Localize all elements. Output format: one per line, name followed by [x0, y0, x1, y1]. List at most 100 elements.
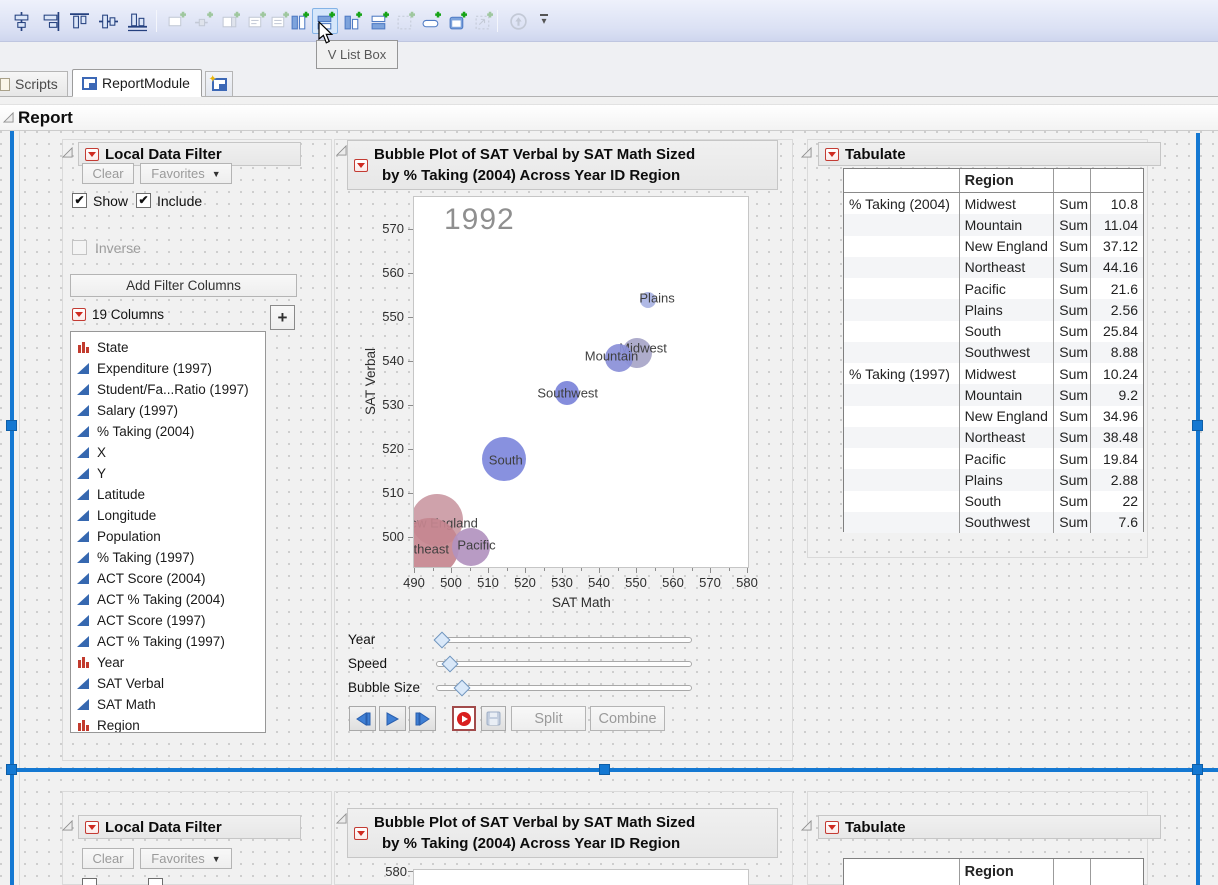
tabulate-value-cell: 7.6 [1090, 512, 1143, 533]
toolbar-overflow-button[interactable]: ▾ [537, 14, 551, 30]
play-button[interactable] [379, 706, 406, 731]
add-column-plus-button[interactable]: + [270, 305, 295, 330]
resize-handle-left[interactable] [6, 420, 17, 431]
filter-column-label: Population [97, 529, 161, 544]
tabulate-panel-title-bar: Tabulate [818, 142, 1161, 166]
toolbar-add-lineup-box-button[interactable] [418, 8, 444, 34]
record-button[interactable] [452, 706, 476, 731]
tabulate-stat-cell: Sum [1053, 469, 1090, 490]
bubble-size-slider-label: Bubble Size [348, 680, 420, 695]
x-tick [599, 568, 600, 573]
filter-column-list[interactable]: State Expenditure (1997)Student/Fa...Rati… [70, 331, 266, 733]
filter2-panel-title-bar: Local Data Filter [78, 815, 301, 839]
toolbar-align-top-button[interactable] [66, 8, 92, 34]
filter2-red-menu-icon[interactable] [85, 821, 99, 834]
filter-column-item[interactable]: Longitude [77, 505, 156, 525]
toolbar-add-border-box-button[interactable] [366, 8, 392, 34]
tabulate-disclosure-icon[interactable] [801, 147, 812, 158]
tabulate2-region-header: Region [959, 859, 1054, 885]
resize-handle-bottom-mid[interactable] [599, 764, 610, 775]
filter-column-item[interactable]: Expenditure (1997) [77, 358, 212, 378]
resize-handle-bottom-left[interactable] [6, 764, 17, 775]
filter-column-label: % Taking (2004) [97, 424, 194, 439]
filter2-disclosure-icon[interactable] [62, 820, 73, 831]
filter-column-item[interactable]: Y [77, 463, 106, 483]
inverse-checkbox [72, 240, 87, 255]
nominal-icon [77, 719, 90, 732]
filter-column-item[interactable]: Student/Fa...Ratio (1997) [77, 379, 249, 399]
tabulate-stat-cell: Sum [1053, 406, 1090, 427]
add-filter-columns-button[interactable]: Add Filter Columns [70, 274, 297, 297]
step-back-icon [355, 712, 371, 726]
filter-disclosure-icon[interactable] [62, 147, 73, 158]
favorites2-button: Favorites ▼ [140, 848, 232, 869]
bubble2-panel-title: Bubble Plot of SAT Verbal by SAT Math Si… [374, 812, 695, 854]
speed-slider-track[interactable] [436, 661, 692, 667]
continuous-icon [77, 362, 90, 375]
continuous-icon [77, 404, 90, 417]
filter-column-item[interactable]: Year [77, 652, 124, 672]
toolbar-add-tab-box-button[interactable] [444, 8, 470, 34]
show2-checkbox[interactable] [82, 878, 97, 885]
filter-column-item[interactable]: ACT % Taking (1997) [77, 631, 225, 651]
toolbar-align-bottom-button[interactable] [124, 8, 150, 34]
bubble-label: Mountain [585, 348, 638, 363]
step-forward-icon [415, 712, 431, 726]
filter-column-item[interactable]: SAT Math [77, 694, 156, 714]
filter-red-menu-icon[interactable] [85, 148, 99, 161]
speed-slider-label: Speed [348, 656, 387, 671]
report-disclosure-icon[interactable] [3, 112, 14, 123]
tabulate-value-cell: 11.04 [1090, 214, 1143, 235]
filter-column-item[interactable]: Salary (1997) [77, 400, 178, 420]
toolbar-align-center-vertical-button[interactable] [8, 8, 34, 34]
include-checkbox[interactable]: ✔ [136, 193, 151, 208]
filter-column-item[interactable]: State [77, 337, 129, 357]
y-tick [408, 405, 413, 406]
year-slider-track[interactable] [436, 637, 692, 643]
filter-column-label: State [97, 340, 129, 355]
filter-column-item[interactable]: ACT % Taking (2004) [77, 589, 225, 609]
include2-checkbox[interactable] [148, 878, 163, 885]
filter-column-item[interactable]: Region [77, 715, 140, 733]
bubble-red-menu-icon[interactable] [354, 159, 368, 172]
report-outline-bar: Report [0, 104, 1218, 131]
bubble2-red-menu-icon[interactable] [354, 827, 368, 840]
tabulate-row: SouthSum22 [844, 491, 1143, 512]
tabulate-stat-cell: Sum [1053, 342, 1090, 363]
tabulate2-disclosure-icon[interactable] [801, 820, 812, 831]
step-back-button[interactable] [349, 706, 376, 731]
resize-handle-bottom-right[interactable] [1192, 764, 1203, 775]
toolbar-add-h-list-box-button[interactable] [286, 8, 312, 34]
x-tick [747, 568, 748, 573]
filter-column-item[interactable]: ACT Score (1997) [77, 610, 206, 630]
tabulate2-value-header [1090, 859, 1143, 885]
bubble2-disclosure-icon[interactable] [336, 813, 347, 824]
y-tick-label: 510 [378, 485, 404, 500]
tabulate-stat-cell: Sum [1053, 299, 1090, 320]
tabulate-group-cell [844, 236, 959, 257]
step-forward-button[interactable] [409, 706, 436, 731]
filter-column-item[interactable]: SAT Verbal [77, 673, 164, 693]
tab-reportmodule[interactable]: ReportModule [72, 69, 202, 97]
toolbar-align-right-button[interactable] [37, 8, 63, 34]
tabulate-red-menu-icon[interactable] [825, 148, 839, 161]
filter-column-item[interactable]: Latitude [77, 484, 145, 504]
bubble-plot-area[interactable]: 1992 PlainsMidwestMountainSouthwestSouth… [413, 196, 749, 568]
filter-column-item[interactable]: % Taking (1997) [77, 547, 194, 567]
filter-column-item[interactable]: ACT Score (2004) [77, 568, 206, 588]
filter-column-item[interactable]: % Taking (2004) [77, 421, 194, 441]
toolbar-add-panel-box-button[interactable] [339, 8, 365, 34]
tab-new-module[interactable]: ✦ [205, 71, 233, 96]
bubble-size-slider-track[interactable] [436, 685, 692, 691]
resize-handle-right[interactable] [1192, 420, 1203, 431]
bubble-disclosure-icon[interactable] [336, 145, 347, 156]
toolbar-align-center-horizontal-button[interactable] [95, 8, 121, 34]
tabulate2-corner-cell [844, 859, 959, 885]
filter-column-item[interactable]: Population [77, 526, 161, 546]
columns-red-menu-icon[interactable] [72, 308, 86, 321]
filter-column-item[interactable]: X [77, 442, 106, 462]
include-checkbox-label: Include [157, 193, 202, 209]
tabulate2-red-menu-icon[interactable] [825, 821, 839, 834]
show-checkbox[interactable]: ✔ [72, 193, 87, 208]
tab-scripts[interactable]: Scripts [0, 71, 68, 96]
